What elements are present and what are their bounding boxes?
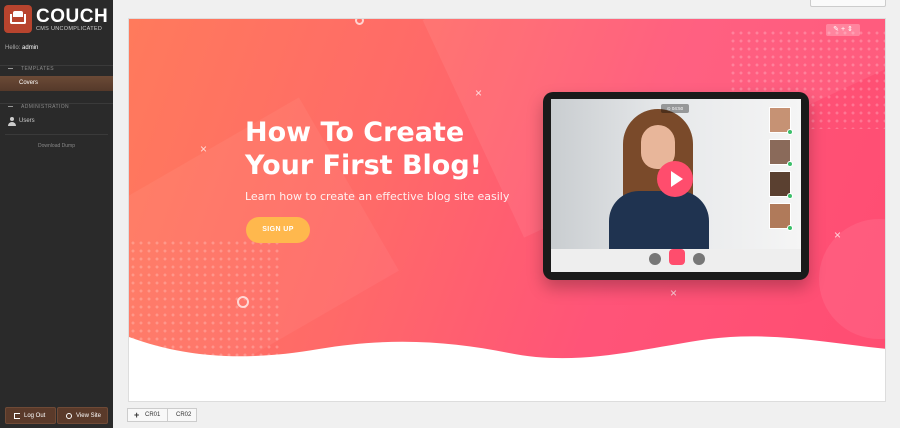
hero-banner: × × × × How To Create Your First Blog! L… [129,19,885,359]
search-icon [66,413,72,419]
divider [5,134,108,135]
view-site-button[interactable]: View Site [57,407,108,424]
play-button-icon[interactable] [657,161,693,197]
view-site-label: View Site [76,413,101,419]
edit-tools[interactable]: ✎ + ⇕ [826,24,860,36]
sidebar: COUCH CMS UNCOMPLICATED Hello: admin TEM… [0,0,113,428]
sidebar-item-label: Users [19,118,35,124]
cross-decoration: × [200,142,208,156]
participant-thumbnail [769,139,793,167]
circle-decoration [237,296,249,308]
user-icon [8,117,16,126]
call-timer: ⊙ 04:50 [661,104,689,113]
participant-thumbnail [769,203,793,231]
signup-button[interactable]: SIGN UP [246,217,310,243]
download-dump-link[interactable]: Download Dump [0,143,113,149]
top-toolbar-button[interactable] [810,0,886,7]
wave-divider [129,336,885,401]
online-status-icon [787,129,793,135]
online-status-icon [787,225,793,231]
end-call-icon [669,249,685,265]
tab-cr01[interactable]: + CR01 [127,408,168,422]
preview-canvas: × × × × How To Create Your First Blog! L… [128,18,886,402]
add-icon: + [134,410,140,420]
cross-decoration: × [475,86,483,100]
administration-section-toggle[interactable]: ADMINISTRATION [0,103,113,115]
logout-icon [14,413,20,419]
tablet-mockup: ⊙ 04:50 [543,92,809,280]
sidebar-item-covers[interactable]: Covers [0,76,113,91]
hero-subtitle: Learn how to create an effective blog si… [245,190,510,203]
cross-decoration: × [834,228,842,242]
administration-heading: ADMINISTRATION [21,104,70,110]
tab-cr02[interactable]: CR02 [167,408,197,422]
sidebar-item-users[interactable]: Users [0,115,113,129]
hello-prefix: Hello: [5,45,21,51]
logout-label: Log Out [24,413,46,419]
video-call-screen: ⊙ 04:50 [551,99,801,272]
logo-tagline: CMS UNCOMPLICATED [36,26,103,32]
collapse-minus-icon [8,68,13,69]
templates-heading: TEMPLATES [21,66,54,72]
circle-decoration [355,19,364,25]
sidebar-item-label: Covers [19,80,39,86]
logo-name: COUCH [36,6,109,27]
tab-label: CR02 [176,412,192,418]
logout-button[interactable]: Log Out [5,407,56,424]
camera-icon [693,253,705,265]
cross-decoration: × [670,286,678,300]
hero-title: How To Create Your First Blog! [245,117,482,181]
couch-logo[interactable]: COUCH CMS UNCOMPLICATED [4,5,109,35]
participant-thumbnail [769,171,793,199]
couch-icon [4,5,32,33]
hello-text: Hello: admin [5,45,38,51]
online-status-icon [787,161,793,167]
collapse-minus-icon [8,106,13,107]
mute-icon [649,253,661,265]
participant-thumbnail [769,107,793,135]
hello-user: admin [22,45,39,51]
online-status-icon [787,193,793,199]
tab-label: CR01 [145,412,161,418]
